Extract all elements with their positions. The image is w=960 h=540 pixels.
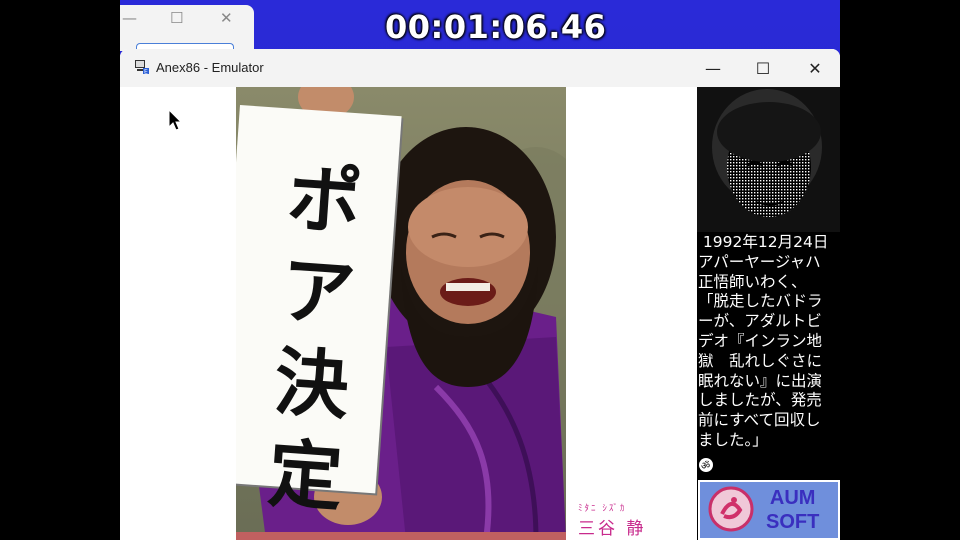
emulator-window: E Anex86 - Emulator — ☐ ✕ ポア決定 ﾐﾀﾆ ｼｽﾞｶ … [120, 49, 840, 540]
svg-text:E: E [144, 69, 148, 76]
side-panel: 1992年12月24日 アパーヤージャハ 正悟師いわく、 「脱走したバドラ ーが… [697, 87, 840, 540]
sign-text: ポア決定 [265, 155, 365, 522]
window-title: Anex86 - Emulator [156, 60, 264, 75]
background-window-close-button[interactable]: ✕ [220, 9, 233, 27]
background-window-minimize-button[interactable]: — [122, 9, 137, 27]
portrait-figure [697, 87, 840, 232]
svg-text:ॐ: ॐ [701, 460, 710, 472]
aum-logo-line1: AUM [769, 487, 816, 509]
emulator-screen[interactable]: ポア決定 ﾐﾀﾆ ｼｽﾞｶ 三谷 静 1992年12月24日 アパーヤージャハ … [120, 87, 840, 540]
aum-logo-text: AUM SOFT [766, 486, 819, 534]
photo-panel: ポア決定 [236, 87, 566, 540]
om-symbol-icon: ॐ [699, 458, 713, 472]
recording-timer: 00:01:06.46 [385, 8, 607, 46]
artist-credit: ﾐﾀﾆ ｼｽﾞｶ 三谷 静 [578, 501, 646, 539]
aum-soft-logo: AUM SOFT [698, 480, 840, 540]
maximize-icon: ☐ [755, 58, 771, 78]
minimize-icon: — [705, 58, 721, 78]
close-icon: ✕ [808, 58, 822, 78]
mouse-pointer-icon [168, 109, 182, 131]
credit-name: 三谷 静 [578, 519, 647, 539]
background-window[interactable]: — ☐ ✕ [120, 5, 254, 56]
side-narration-text: 1992年12月24日 アパーヤージャハ 正悟師いわく、 「脱走したバドラ ーが… [698, 233, 829, 449]
aum-logo-icon [708, 486, 754, 532]
aum-logo-line2: SOFT [766, 511, 820, 533]
title-bar[interactable]: E Anex86 - Emulator — ☐ ✕ [120, 49, 840, 88]
minimize-button[interactable]: — [690, 49, 736, 87]
app-icon: E [135, 60, 149, 76]
poa-sign: ポア決定 [236, 105, 402, 522]
credit-ruby: ﾐﾀﾆ ｼｽﾞｶ [578, 504, 627, 514]
maximize-button[interactable]: ☐ [740, 49, 786, 87]
close-button[interactable]: ✕ [792, 49, 838, 87]
portrait-image [697, 87, 840, 232]
background-window-maximize-button[interactable]: ☐ [170, 9, 183, 27]
